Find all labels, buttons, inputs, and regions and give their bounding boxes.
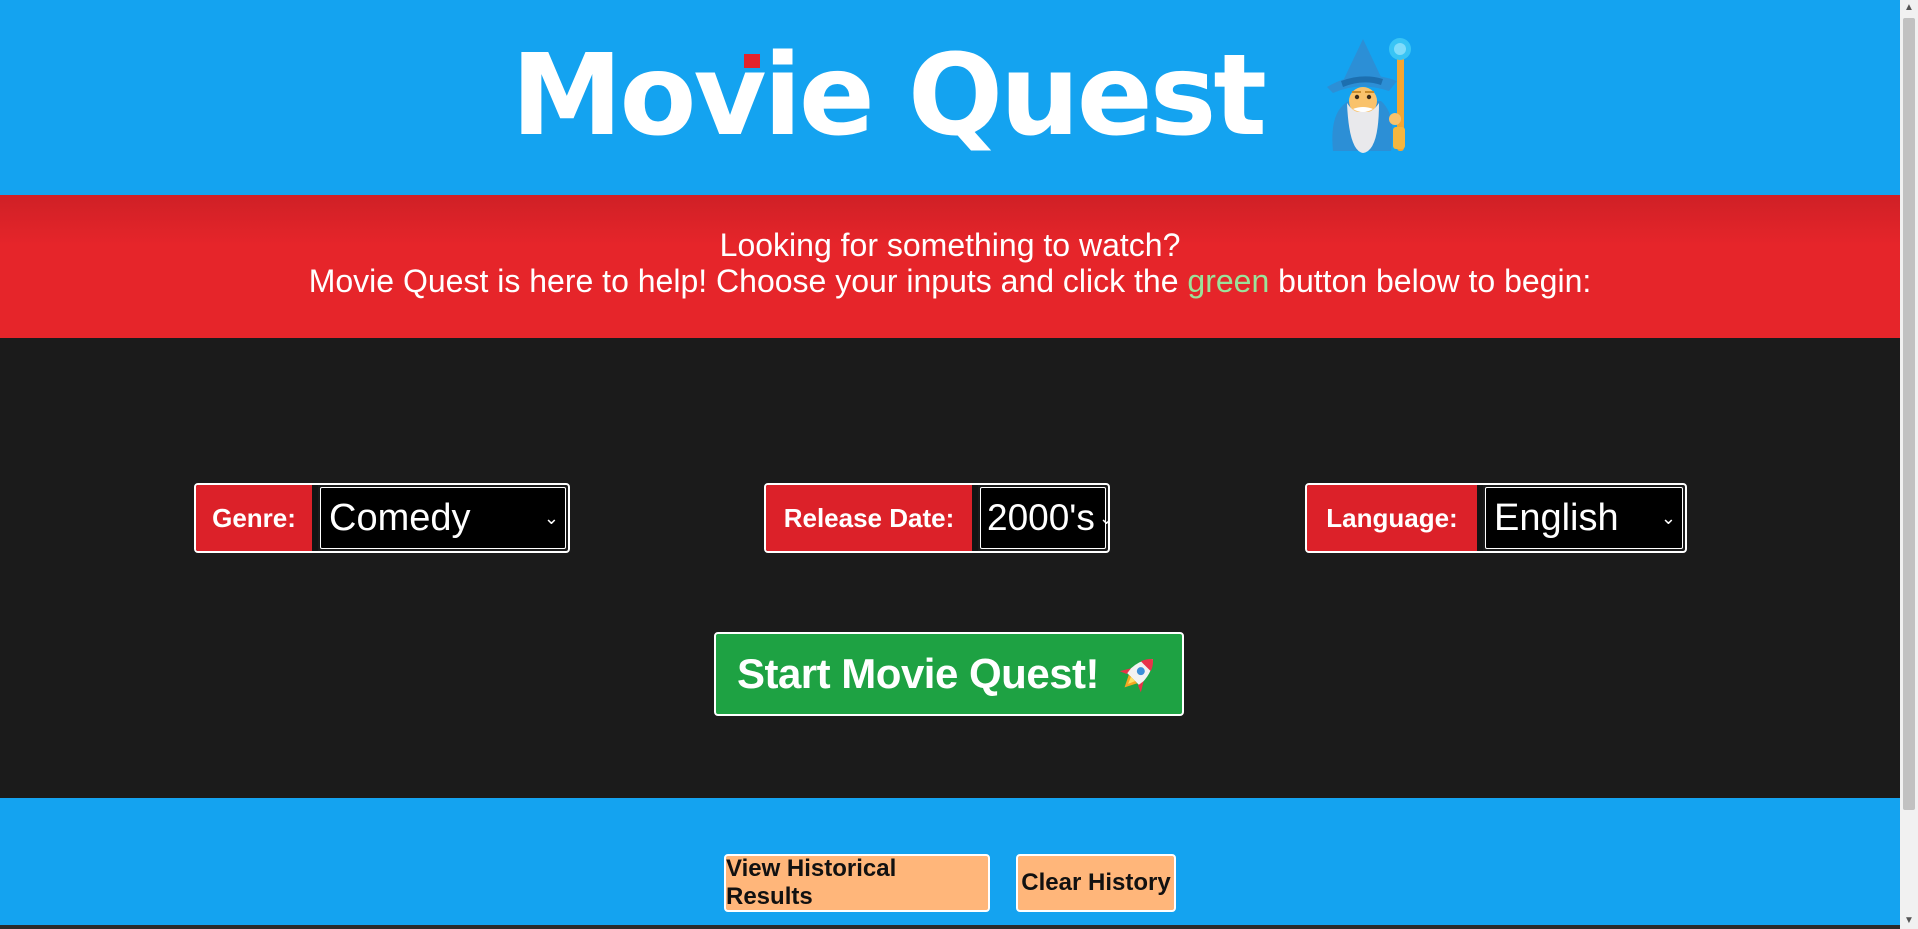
footer: View Historical Results Clear History [0,798,1900,929]
intro-banner: Looking for something to watch? Movie Qu… [0,195,1900,338]
genre-field: Genre: Comedy ⌄ [194,483,570,553]
intro-green-word: green [1187,263,1270,299]
scroll-down-icon[interactable]: ▼ [1900,913,1918,929]
release-date-select-value: 2000's [987,497,1095,538]
page-title-text: Movie Quest [511,30,1267,161]
intro-line-2: Movie Quest is here to help! Choose your… [0,263,1900,299]
intro-line-2-before: Movie Quest is here to help! Choose your… [308,263,1188,299]
view-historical-results-button[interactable]: View Historical Results [724,854,990,912]
language-field: Language: English ⌄ [1305,483,1687,553]
scrollbar-thumb[interactable] [1903,18,1915,810]
intro-line-2-after: button below to begin: [1269,263,1592,299]
search-panel: Genre: Comedy ⌄ Release Date: 2000's ⌄ L… [0,338,1900,798]
release-date-label: Release Date: [766,485,978,551]
title-red-dot [744,53,761,68]
language-label: Language: [1307,485,1483,551]
chevron-down-icon: ⌄ [1660,507,1676,528]
intro-line-1: Looking for something to watch? [719,227,1181,263]
start-button-label: Start Movie Quest! [736,650,1100,697]
start-movie-quest-button[interactable]: Start Movie Quest! [714,632,1184,716]
language-select[interactable]: English ⌄ [1485,487,1683,549]
genre-label: Genre: [196,485,318,551]
chevron-down-icon: ⌄ [1099,508,1108,529]
genre-select[interactable]: Comedy ⌄ [320,487,566,549]
language-select-value: English [1494,496,1619,539]
title-wrap: Movie Quest [511,31,1429,161]
release-date-field: Release Date: 2000's ⌄ [764,483,1110,553]
header: Movie Quest [0,0,1900,195]
chevron-down-icon: ⌄ [543,507,559,528]
page: Movie Quest Looking for something to wat… [0,0,1900,929]
wizard-icon [1326,37,1411,153]
rocket-icon [1119,659,1154,693]
bottom-strip [0,925,1900,929]
vertical-scrollbar[interactable]: ▲ ▼ [1900,0,1918,929]
genre-select-value: Comedy [329,496,471,539]
scroll-up-icon[interactable]: ▲ [1900,0,1918,16]
page-title: Movie Quest [511,40,1267,152]
release-date-select[interactable]: 2000's ⌄ [980,487,1108,549]
clear-history-button[interactable]: Clear History [1016,854,1176,912]
